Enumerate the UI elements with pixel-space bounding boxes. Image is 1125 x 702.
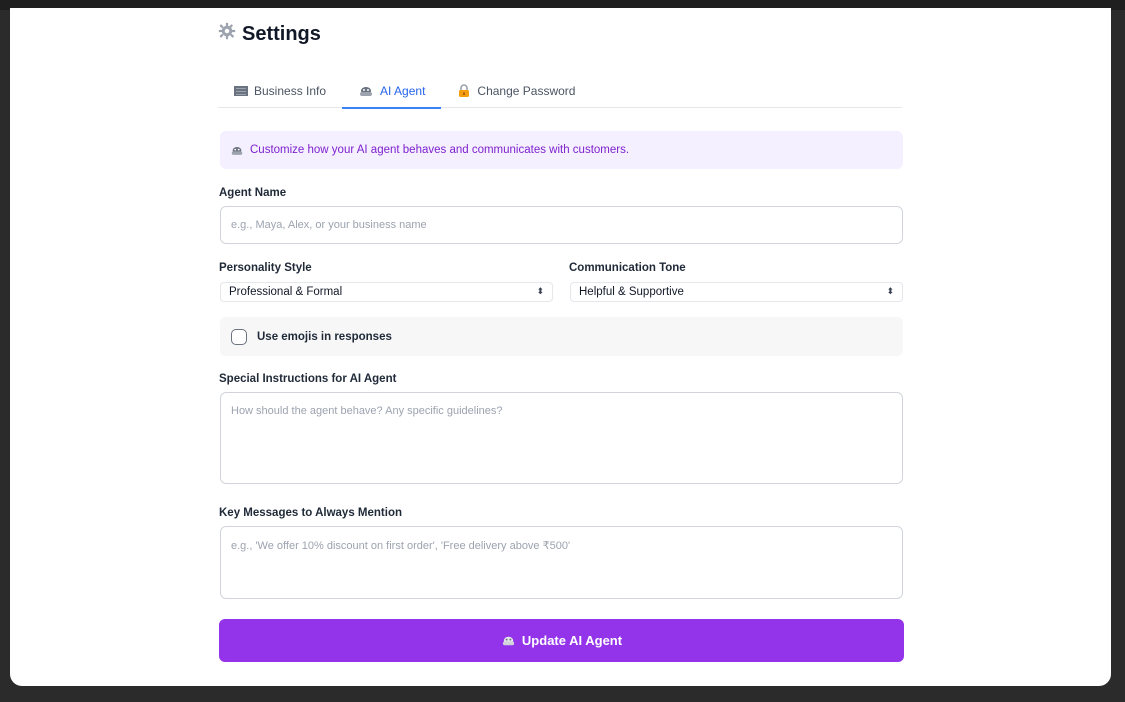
agent-name-label: Agent Name [219,187,287,199]
communication-tone-select[interactable]: Helpful & Supportive ⬍ [570,282,903,302]
robot-icon [358,85,374,97]
chevron-updown-icon: ⬍ [536,287,544,297]
building-icon [234,85,248,97]
personality-style-value: Professional & Formal [229,286,343,298]
page-title: Settings [218,22,321,46]
tab-label: AI Agent [380,84,426,98]
chevron-updown-icon: ⬍ [886,287,894,297]
tab-business-info[interactable]: Business Info [218,74,342,108]
use-emojis-checkbox[interactable] [231,328,247,345]
page-title-text: Settings [242,22,321,45]
tab-change-password[interactable]: Change Password [441,74,591,108]
robot-icon [501,634,516,647]
robot-icon [230,145,244,156]
emoji-option-row: Use emojis in responses [220,317,903,356]
personality-style-select[interactable]: Professional & Formal ⬍ [220,282,553,302]
agent-name-input[interactable] [220,206,903,244]
settings-tabs: Business Info AI Agent Change Password [218,74,902,109]
tab-label: Business Info [254,84,327,98]
info-banner: Customize how your AI agent behaves and … [220,131,903,169]
update-ai-agent-button[interactable]: Update AI Agent [219,619,904,662]
gear-icon [218,22,236,46]
use-emojis-label[interactable]: Use emojis in responses [257,331,392,343]
personality-style-label: Personality Style [219,262,312,274]
key-messages-textarea[interactable] [220,526,903,599]
communication-tone-value: Helpful & Supportive [579,286,684,298]
communication-tone-label: Communication Tone [569,262,686,274]
banner-text: Customize how your AI agent behaves and … [250,144,630,156]
key-messages-label: Key Messages to Always Mention [219,507,402,519]
tab-ai-agent[interactable]: AI Agent [342,74,442,109]
special-instructions-label: Special Instructions for AI Agent [219,373,397,385]
special-instructions-textarea[interactable] [220,392,903,484]
update-ai-agent-label: Update AI Agent [521,633,623,648]
tab-label: Change Password [477,84,576,98]
lock-icon [457,84,471,98]
